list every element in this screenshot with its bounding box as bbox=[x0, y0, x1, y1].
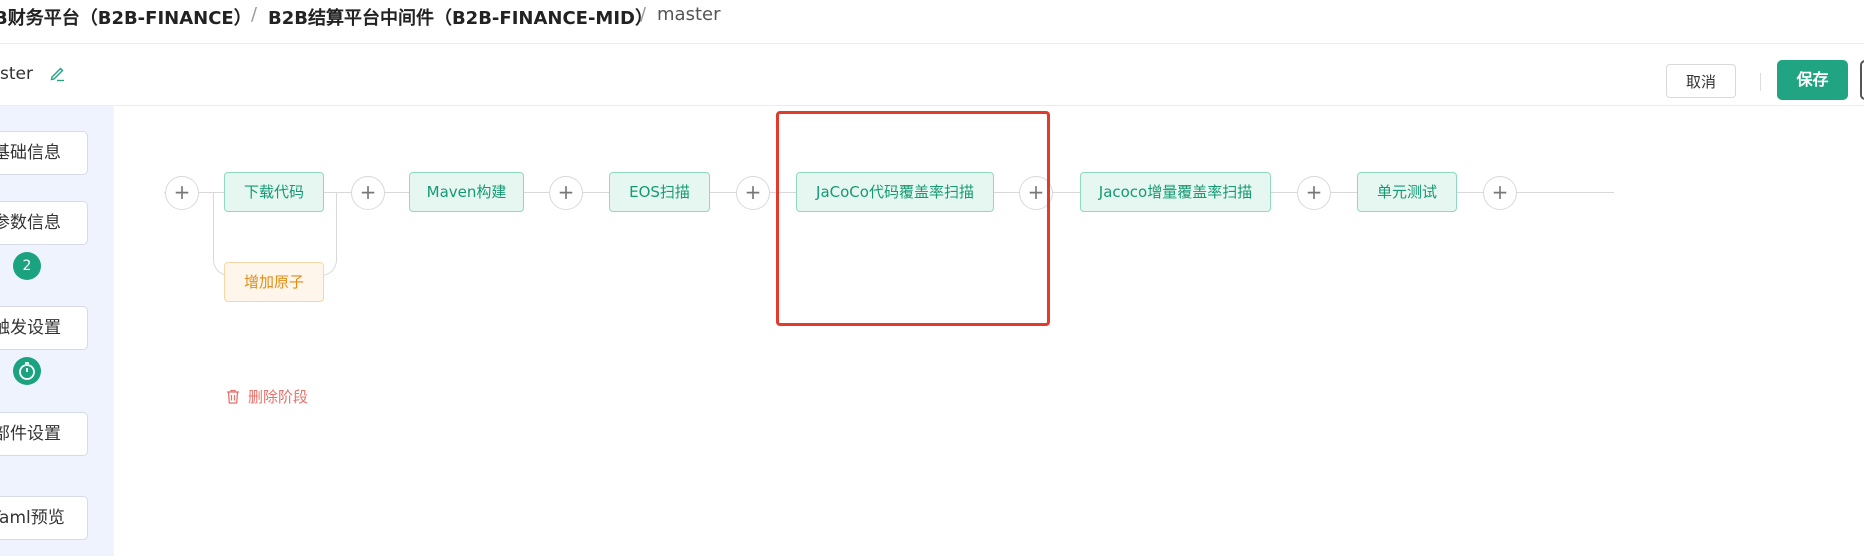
breadcrumb-separator: / bbox=[251, 4, 258, 25]
stage-node-jacoco-incremental[interactable]: Jacoco增量覆盖率扫描 bbox=[1080, 172, 1271, 212]
timer-icon bbox=[13, 357, 41, 385]
add-atom-button[interactable]: 增加原子 bbox=[224, 262, 324, 302]
sidebar-item-yaml[interactable]: Yaml预览 bbox=[0, 496, 88, 540]
sidebar-item-basic-info[interactable]: 基础信息 bbox=[0, 131, 88, 175]
add-stage-button[interactable]: + bbox=[736, 176, 770, 210]
breadcrumb-item-repo[interactable]: B2B结算平台中间件（B2B-FINANCE-MID） bbox=[268, 4, 653, 30]
stage-node-maven[interactable]: Maven构建 bbox=[409, 172, 524, 212]
add-stage-button[interactable]: + bbox=[165, 176, 199, 210]
add-stage-button[interactable]: + bbox=[549, 176, 583, 210]
stage-node-unit-test[interactable]: 单元测试 bbox=[1357, 172, 1457, 212]
add-stage-button[interactable]: + bbox=[1297, 176, 1331, 210]
params-count-badge: 2 bbox=[13, 252, 41, 280]
pipeline-branch-name: ster bbox=[0, 64, 33, 84]
stage-node-eos[interactable]: EOS扫描 bbox=[609, 172, 710, 212]
add-stage-button[interactable]: + bbox=[1483, 176, 1517, 210]
toolbar-divider bbox=[1760, 73, 1761, 91]
sidebar-item-trigger[interactable]: 触发设置 bbox=[0, 306, 88, 350]
breadcrumb-item-branch[interactable]: master bbox=[657, 4, 720, 25]
add-stage-button[interactable]: + bbox=[351, 176, 385, 210]
breadcrumb-item-project[interactable]: B财务平台（B2B-FINANCE） bbox=[0, 4, 252, 30]
sidebar-item-params[interactable]: 参数信息 bbox=[0, 201, 88, 245]
editor-toolbar: ster 取消 保存 bbox=[0, 44, 1864, 106]
sidebar: 基础信息 参数信息 2 触发设置 部件设置 Yaml预览 bbox=[0, 106, 114, 556]
edit-icon[interactable] bbox=[48, 64, 66, 82]
delete-stage-label: 删除阶段 bbox=[248, 388, 309, 406]
more-button[interactable] bbox=[1860, 60, 1864, 100]
stage-node-download[interactable]: 下载代码 bbox=[224, 172, 324, 212]
highlight-annotation bbox=[776, 111, 1050, 326]
trash-icon bbox=[227, 389, 239, 404]
breadcrumb: B财务平台（B2B-FINANCE） / B2B结算平台中间件（B2B-FINA… bbox=[0, 0, 1864, 44]
delete-stage-button[interactable]: 删除阶段 bbox=[226, 386, 308, 407]
sidebar-item-components[interactable]: 部件设置 bbox=[0, 412, 88, 456]
save-button[interactable]: 保存 bbox=[1777, 60, 1848, 100]
breadcrumb-separator: / bbox=[640, 4, 647, 25]
pipeline-canvas: + 下载代码 + Maven构建 + EOS扫描 + JaCoCo代码覆盖率扫描… bbox=[114, 106, 1864, 556]
cancel-button[interactable]: 取消 bbox=[1666, 64, 1736, 98]
